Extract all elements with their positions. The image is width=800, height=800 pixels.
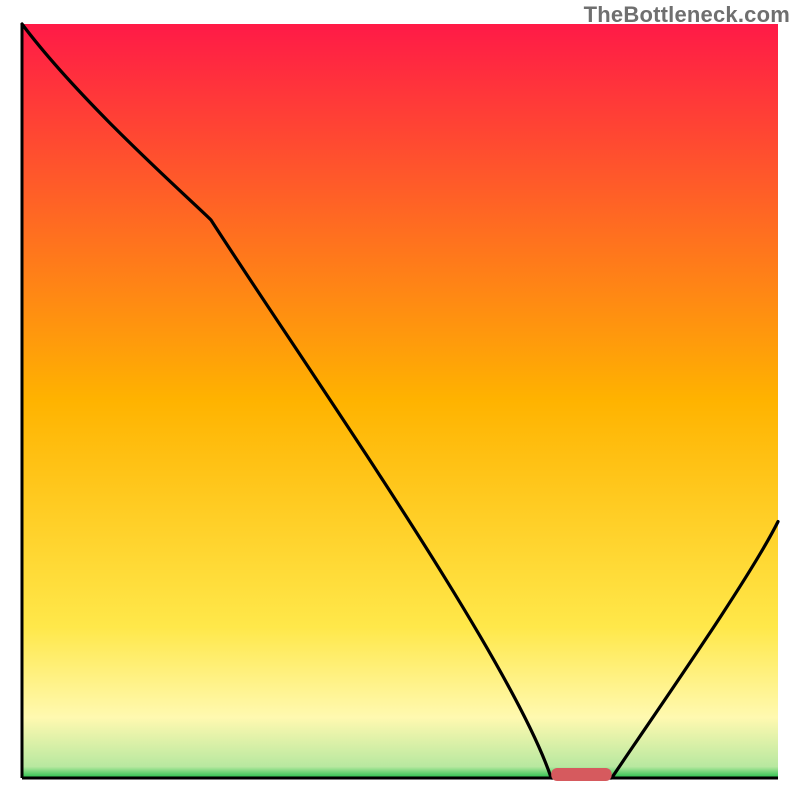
optimal-marker <box>551 768 612 781</box>
chart-container: TheBottleneck.com <box>0 0 800 800</box>
plot-background <box>22 24 778 778</box>
watermark-text: TheBottleneck.com <box>584 2 790 28</box>
chart-svg <box>0 0 800 800</box>
